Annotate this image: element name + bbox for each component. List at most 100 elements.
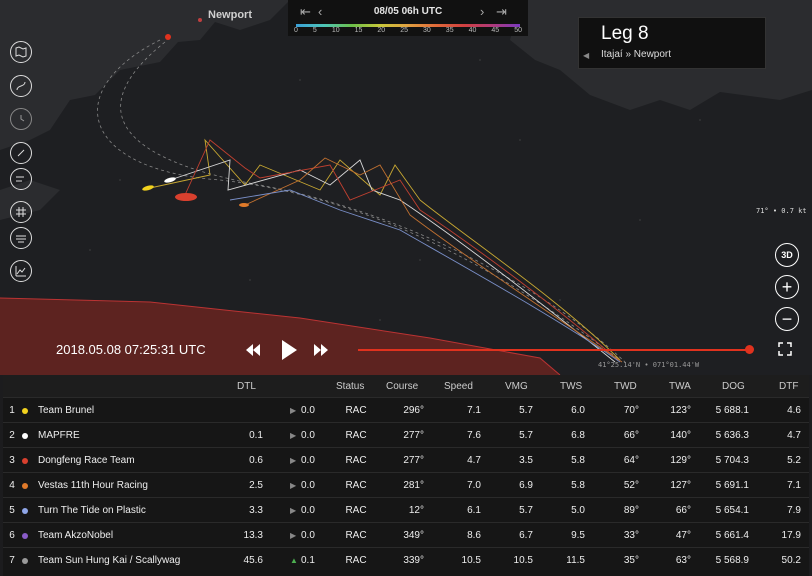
header-vmg[interactable]: VMG <box>505 375 528 397</box>
play-icon[interactable] <box>280 339 298 361</box>
twd-cell: 70° <box>623 405 639 416</box>
rank-cell: 5 <box>9 505 15 516</box>
rank-cell: 3 <box>9 455 15 466</box>
speed-cell: 6.1 <box>467 505 481 516</box>
tws-cell: 6.0 <box>571 405 585 416</box>
header-twd[interactable]: TWD <box>614 375 637 397</box>
rewind-icon[interactable] <box>245 343 261 357</box>
course-cell: 277° <box>403 430 424 441</box>
course-cell: 12° <box>408 505 424 516</box>
table-row[interactable]: ▶ 4 Vestas 11th Hour Racing 2.5 0.0 RAC 281° 7.… <box>3 473 809 498</box>
rank-cell: 6 <box>9 530 15 541</box>
collapse-arrow-icon[interactable]: ◀ <box>583 51 589 60</box>
zoom-in-icon[interactable]: + <box>775 275 799 299</box>
status-cell: RAC <box>345 430 367 441</box>
trend-flat-icon: ▶ <box>290 481 297 490</box>
skip-forward-icon[interactable]: ⇥ <box>496 4 507 20</box>
dog-cell: 5 688.1 <box>715 405 749 416</box>
twd-cell: 66° <box>623 430 639 441</box>
table-row[interactable]: ▶ 6 Team AkzoNobel 13.3 0.0 RAC 349° 8.6 6.7 9.5 3… <box>3 523 809 548</box>
team-color-dot <box>22 498 28 523</box>
wind-scale-tick: 20 <box>377 27 386 34</box>
header-twa[interactable]: TWA <box>669 375 691 397</box>
dtf-cell: 50.2 <box>781 555 801 566</box>
table-row[interactable]: ▶ 5 Turn The Tide on Plastic 3.3 0.0 RAC 12° 6.… <box>3 498 809 523</box>
boats <box>142 177 249 207</box>
team-name-cell: Vestas 11th Hour Racing <box>38 480 148 491</box>
course-cell: 281° <box>403 480 424 491</box>
dtf-cell: 4.6 <box>787 405 801 416</box>
rank-cell: 2 <box>9 430 15 441</box>
header-speed[interactable]: Speed <box>444 375 473 397</box>
dtl-cell: 0.1 <box>249 430 263 441</box>
twa-cell: 66° <box>675 505 691 516</box>
header-dtl[interactable]: DTL <box>237 375 256 397</box>
speed-cell: 7.6 <box>467 430 481 441</box>
chart-icon[interactable] <box>10 260 32 282</box>
delta-cell: 0.0 <box>301 480 315 491</box>
compass-icon[interactable] <box>10 142 32 164</box>
grid-icon[interactable] <box>10 201 32 223</box>
twd-cell: 35° <box>623 555 639 566</box>
clock-icon[interactable] <box>10 108 32 130</box>
wind-scale-tick: 35 <box>445 27 454 34</box>
dtf-cell: 7.9 <box>787 505 801 516</box>
3d-toggle-button[interactable]: 3D <box>775 243 799 267</box>
team-color-swatch <box>22 407 28 414</box>
vmg-cell: 5.7 <box>519 405 533 416</box>
header-dog[interactable]: DOG <box>722 375 745 397</box>
rank-cell: 7 <box>9 555 15 566</box>
route-icon[interactable] <box>10 75 32 97</box>
step-forward-icon[interactable]: › <box>480 4 484 19</box>
team-color-swatch <box>22 432 28 439</box>
race-map[interactable]: Newport ⇤ ‹ 08/05 06h UTC › ⇥ 0 5 10 15 20 25… <box>0 0 812 375</box>
finish-marker <box>165 34 171 40</box>
table-row[interactable]: ▶ 2 MAPFRE 0.1 0.0 RAC 277° 7.6 5.7 6.8 66° 140° 5 6… <box>3 423 809 448</box>
wind-icon[interactable] <box>10 168 32 190</box>
delta-cell: 0.0 <box>301 530 315 541</box>
land-north <box>0 0 290 150</box>
delta-cell: 0.0 <box>301 505 315 516</box>
table-row[interactable]: ▶ 1 Team Brunel 0.0 RAC 296° 7.1 5.7 6.0 70° 123° 5… <box>3 398 809 423</box>
playback-slider-knob[interactable] <box>745 345 755 354</box>
team-color-swatch <box>22 507 28 514</box>
header-tws[interactable]: TWS <box>560 375 582 397</box>
dog-cell: 5 654.1 <box>715 505 749 516</box>
dog-cell: 5 636.3 <box>715 430 749 441</box>
vmg-cell: 5.7 <box>519 505 533 516</box>
table-row[interactable]: ▲ 7 Team Sun Hung Kai / Scallywag 45.6 0.1 RA… <box>3 548 809 573</box>
header-dtf[interactable]: DTF <box>779 375 798 397</box>
twd-cell: 52° <box>623 480 639 491</box>
delta-cell: 0.1 <box>301 555 315 566</box>
zoom-out-icon[interactable]: − <box>775 307 799 331</box>
dtf-cell: 7.1 <box>787 480 801 491</box>
dog-cell: 5 568.9 <box>715 555 749 566</box>
trend-flat-icon: ▶ <box>290 406 297 415</box>
dtl-cell: 2.5 <box>249 480 263 491</box>
wind-scale-tick: 25 <box>400 27 408 34</box>
trend-flat-icon: ▶ <box>290 531 297 540</box>
leg-route: Itajaí » Newport <box>601 49 672 60</box>
fast-forward-icon[interactable] <box>313 343 329 357</box>
twa-cell: 127° <box>670 480 691 491</box>
twa-cell: 123° <box>670 405 691 416</box>
speed-cell: 10.5 <box>461 555 481 566</box>
twa-cell: 63° <box>675 555 691 566</box>
twa-cell: 129° <box>670 455 691 466</box>
vmg-cell: 6.9 <box>519 480 533 491</box>
tws-cell: 6.8 <box>571 430 585 441</box>
playback-slider[interactable] <box>358 349 753 351</box>
header-status[interactable]: Status <box>336 375 364 397</box>
header-course[interactable]: Course <box>386 375 418 397</box>
dog-cell: 5 691.1 <box>715 480 749 491</box>
team-color-dot <box>22 398 28 423</box>
layers-icon[interactable] <box>10 227 32 249</box>
map-icon[interactable] <box>10 41 32 63</box>
wind-scale-tick: 45 <box>491 27 500 34</box>
status-cell: RAC <box>345 405 367 416</box>
status-cell: RAC <box>345 455 367 466</box>
fullscreen-icon[interactable] <box>778 342 792 356</box>
rank-cell: 4 <box>9 480 15 491</box>
table-row[interactable]: ▶ 3 Dongfeng Race Team 0.6 0.0 RAC 277° 4.7 3.5 5… <box>3 448 809 473</box>
dtl-cell: 0.6 <box>249 455 263 466</box>
